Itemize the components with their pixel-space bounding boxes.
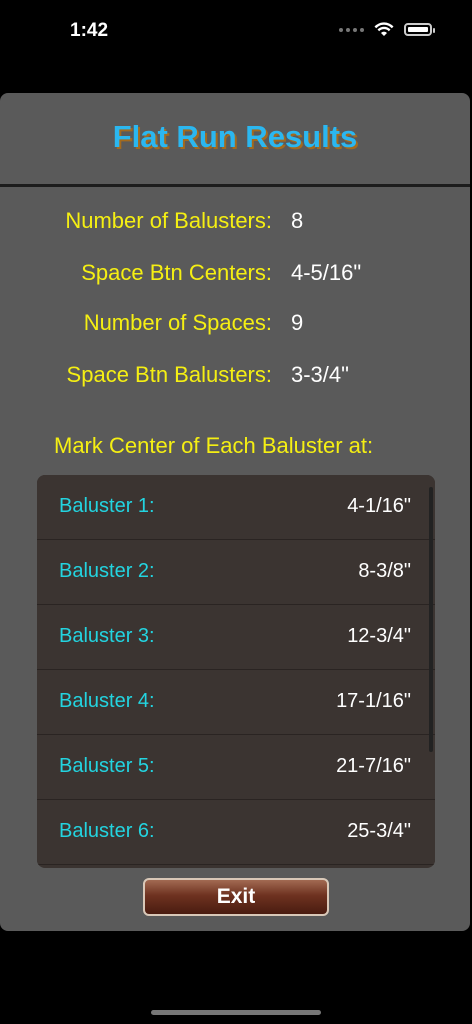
baluster-label: Baluster 2: <box>59 560 155 582</box>
stat-value: 4-5/16" <box>291 260 362 285</box>
list-item[interactable]: Baluster 3: 12-3/4" <box>37 605 435 670</box>
title-divider <box>0 184 470 187</box>
stat-label: Number of Balusters: <box>65 208 272 233</box>
baluster-value: 25-3/4" <box>347 820 411 842</box>
list-item[interactable]: Baluster 1: 4-1/16" <box>37 475 435 540</box>
list-item[interactable]: Baluster 4: 17-1/16" <box>37 670 435 735</box>
stat-value: 9 <box>291 310 304 335</box>
baluster-label: Baluster 3: <box>59 625 155 647</box>
stat-label: Space Btn Centers: <box>81 260 272 285</box>
results-panel: Flat Run Results Number of Balusters: 8 … <box>0 93 470 931</box>
stat-row-space-btn-centers: Space Btn Centers: 4-5/16" <box>0 260 470 290</box>
home-indicator[interactable] <box>151 1010 321 1015</box>
status-icons <box>339 22 435 37</box>
baluster-label: Baluster 1: <box>59 495 155 517</box>
baluster-list[interactable]: Baluster 1: 4-1/16" Baluster 2: 8-3/8" B… <box>37 475 435 868</box>
status-bar: 1:42 <box>0 0 472 60</box>
baluster-value: 12-3/4" <box>347 625 411 647</box>
stat-row-number-of-balusters: Number of Balusters: 8 <box>0 208 470 238</box>
baluster-value: 17-1/16" <box>336 690 411 712</box>
stat-row-number-of-spaces: Number of Spaces: 9 <box>0 310 470 340</box>
stat-label: Space Btn Balusters: <box>66 362 272 387</box>
exit-button[interactable]: Exit <box>143 878 329 916</box>
mark-heading: Mark Center of Each Baluster at: <box>54 433 374 458</box>
stat-value: 3-3/4" <box>291 362 349 387</box>
stat-label: Number of Spaces: <box>83 310 272 335</box>
list-item[interactable]: Baluster 2: 8-3/8" <box>37 540 435 605</box>
list-item[interactable]: Baluster 5: 21-7/16" <box>37 735 435 800</box>
baluster-value: 21-7/16" <box>336 755 411 777</box>
scrollbar[interactable] <box>429 487 433 752</box>
battery-icon <box>404 23 435 36</box>
baluster-label: Baluster 4: <box>59 690 155 712</box>
baluster-label: Baluster 5: <box>59 755 155 777</box>
wifi-icon <box>374 22 394 36</box>
list-item[interactable]: Baluster 6: 25-3/4" <box>37 800 435 865</box>
cellular-dots-icon <box>339 27 364 32</box>
stat-row-space-btn-balusters: Space Btn Balusters: 3-3/4" <box>0 362 470 392</box>
baluster-label: Baluster 6: <box>59 820 155 842</box>
page-title: Flat Run Results <box>112 119 358 154</box>
stat-value: 8 <box>291 208 304 233</box>
baluster-value: 8-3/8" <box>358 560 411 582</box>
baluster-value: 4-1/16" <box>347 495 411 517</box>
status-time: 1:42 <box>70 20 109 41</box>
